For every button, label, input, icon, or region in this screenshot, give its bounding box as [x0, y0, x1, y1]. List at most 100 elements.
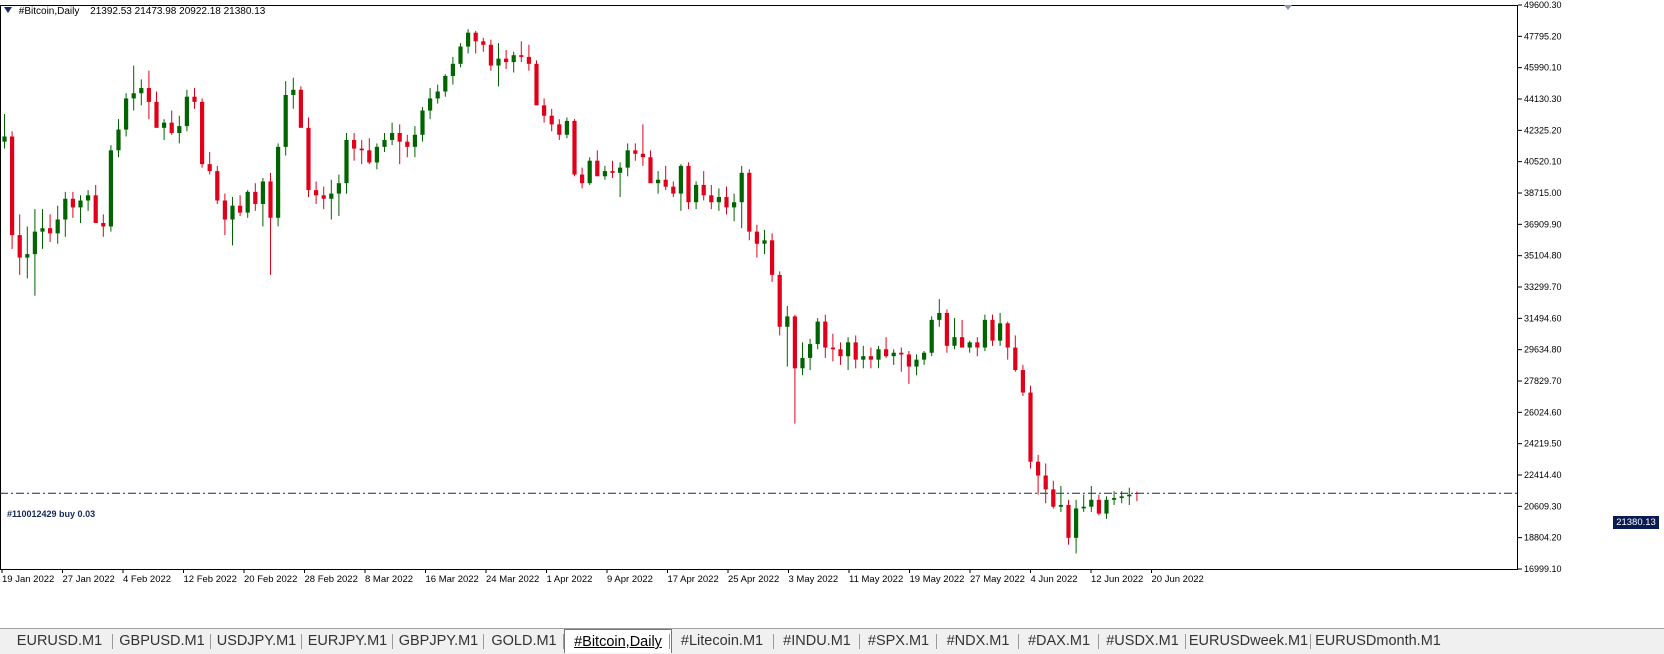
bear-candle: [1051, 489, 1056, 507]
tab-10[interactable]: #NDX.M1: [937, 631, 1019, 651]
bear-candle: [473, 32, 478, 42]
bull-candle: [625, 150, 630, 168]
bear-candle: [481, 41, 486, 45]
plot-frame: [0, 5, 1518, 570]
bear-candle: [868, 356, 873, 360]
bull-candle: [291, 89, 296, 95]
bear-candle: [215, 171, 220, 201]
x-tick-label: 20 Feb 2022: [244, 574, 297, 585]
bear-candle: [542, 105, 547, 116]
bear-candle: [306, 127, 311, 191]
bull-candle: [846, 342, 851, 357]
bear-candle: [1005, 323, 1010, 348]
tab-0[interactable]: EURUSD.M1: [6, 631, 113, 651]
bull-candle: [55, 219, 60, 234]
bear-candle: [724, 197, 729, 208]
bear-candle: [1096, 499, 1101, 514]
bull-candle: [412, 134, 417, 147]
bear-candle: [192, 96, 197, 102]
bull-candle: [876, 349, 881, 360]
bull-candle: [443, 75, 448, 92]
bear-candle: [830, 347, 835, 350]
tab-8[interactable]: #INDU.M1: [774, 631, 860, 651]
bear-candle: [792, 316, 797, 369]
dropdown-triangle-icon[interactable]: [4, 7, 12, 13]
x-tick-label: 19 May 2022: [910, 574, 965, 585]
bull-candle: [739, 172, 744, 203]
bull-candle: [1058, 504, 1063, 507]
bull-candle: [587, 160, 592, 184]
bull-candle: [952, 337, 957, 346]
tab-9[interactable]: #SPX.M1: [860, 631, 937, 651]
tab-4[interactable]: GBPJPY.M1: [393, 631, 484, 651]
bear-candle: [754, 231, 759, 244]
bear-candle: [701, 184, 706, 196]
bull-candle: [762, 240, 767, 244]
bear-candle: [671, 186, 676, 194]
bear-candle: [823, 321, 828, 348]
bear-candle: [960, 337, 965, 348]
bear-candle: [686, 165, 691, 203]
bear-candle: [853, 342, 858, 360]
bull-candle: [922, 352, 927, 360]
bear-candle: [557, 124, 562, 135]
bear-candle: [397, 133, 402, 142]
y-tick-label: 42325.20: [1524, 125, 1562, 135]
order-line-label[interactable]: #110012429 buy 0.03: [7, 509, 95, 519]
bear-candle: [298, 89, 303, 128]
bull-candle: [929, 319, 934, 353]
bear-candle: [101, 222, 106, 227]
bull-candle: [420, 110, 425, 135]
bear-candle: [146, 88, 151, 102]
bull-candle: [108, 150, 113, 227]
bull-candle: [891, 352, 896, 357]
bull-candle: [602, 171, 607, 177]
bull-candle: [450, 63, 455, 76]
tab-7[interactable]: #Litecoin.M1: [670, 631, 774, 651]
bull-candle: [732, 202, 737, 208]
bull-candle: [694, 184, 699, 203]
x-tick-label: 28 Feb 2022: [305, 574, 358, 585]
tab-13[interactable]: EURUSDweek.M1: [1186, 631, 1311, 651]
bear-candle: [222, 200, 227, 220]
chart-symbol: #Bitcoin,Daily: [18, 6, 80, 17]
bull-candle: [800, 357, 805, 369]
bear-candle: [367, 150, 372, 163]
bull-candle: [428, 98, 433, 111]
bull-candle: [511, 55, 516, 63]
tab-14[interactable]: EURUSDmonth.M1: [1311, 631, 1445, 651]
bull-candle: [1104, 499, 1109, 514]
bear-candle: [663, 179, 668, 187]
bull-candle: [435, 91, 440, 99]
bull-candle: [982, 319, 987, 348]
chart-ohlc: 21392.53 21473.98 20922.18 21380.13: [90, 6, 266, 17]
y-tick-label: 36909.90: [1524, 219, 1562, 229]
price-chart[interactable]: 49600.30 47795.20 45990.10 44130.30 42325.20…: [0, 0, 1664, 625]
bear-candle: [944, 312, 949, 346]
x-tick-label: 27 May 2022: [970, 574, 1025, 585]
tab-2[interactable]: USDJPY.M1: [211, 631, 302, 651]
y-tick-label: 47795.20: [1524, 31, 1562, 41]
tab-5[interactable]: GOLD.M1: [484, 631, 564, 651]
tab-3[interactable]: EURJPY.M1: [302, 631, 393, 651]
x-tick-label: 24 Mar 2022: [486, 574, 539, 585]
bull-candle: [184, 96, 189, 127]
bull-candle: [245, 191, 250, 213]
y-tick-label: 49600.30: [1524, 0, 1562, 10]
y-tick-label: 31494.60: [1524, 313, 1562, 323]
y-tick-label: 22414.40: [1524, 470, 1562, 480]
bull-candle: [116, 129, 121, 151]
bull-candle: [344, 139, 349, 184]
tab-1[interactable]: GBPUSD.M1: [113, 631, 211, 651]
bear-candle: [1134, 492, 1139, 494]
bull-candle: [78, 200, 83, 208]
bull-candle: [124, 98, 129, 130]
bear-candle: [10, 136, 15, 236]
y-tick-label: 20609.30: [1524, 501, 1562, 511]
bull-candle: [914, 359, 919, 367]
tab-12[interactable]: #USDX.M1: [1099, 631, 1186, 651]
tab-11[interactable]: #DAX.M1: [1019, 631, 1099, 651]
tab-6[interactable]: #Bitcoin,Daily: [564, 629, 672, 653]
bull-candle: [937, 312, 942, 320]
y-tick-label: 40520.10: [1524, 157, 1562, 167]
